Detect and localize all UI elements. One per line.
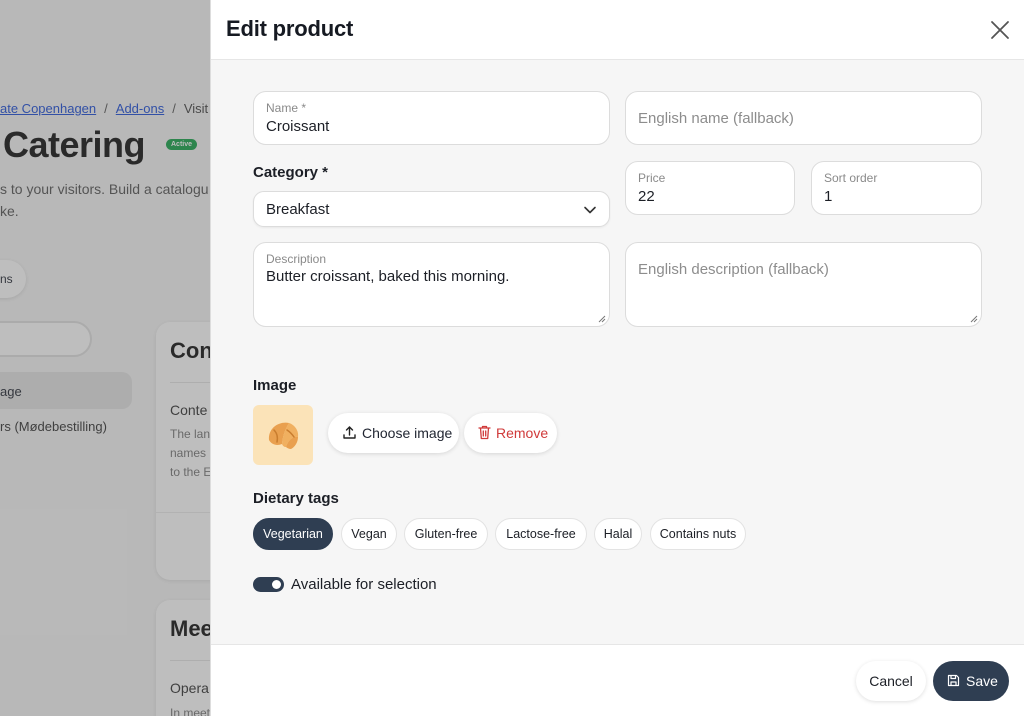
category-select[interactable]: Breakfast <box>253 191 610 227</box>
description-label: Description <box>266 252 327 266</box>
description-value: Butter croissant, baked this morning. <box>266 268 510 285</box>
chevron-down-icon <box>584 206 596 214</box>
drawer-title: Edit product <box>226 16 354 41</box>
choose-image-label: Choose image <box>362 425 453 441</box>
image-thumbnail <box>253 405 313 465</box>
sort-order-label: Sort order <box>824 171 878 185</box>
name-value: Croissant <box>266 118 330 135</box>
edit-product-drawer: Edit product Name * Croissant English na… <box>210 0 1024 716</box>
available-label: Available for selection <box>291 576 437 593</box>
sort-order-value: 1 <box>824 188 833 205</box>
choose-image-button[interactable]: Choose image <box>328 413 459 453</box>
toggle-knob <box>272 580 281 589</box>
description-field[interactable]: Description Butter croissant, baked this… <box>253 242 610 327</box>
remove-image-button[interactable]: Remove <box>464 413 557 453</box>
resize-handle-icon <box>598 315 606 323</box>
save-label: Save <box>966 673 998 689</box>
name-label: Name * <box>266 101 307 115</box>
available-toggle[interactable] <box>253 577 284 592</box>
english-name-placeholder: English name (fallback) <box>638 110 794 127</box>
drawer-footer: Cancel Save <box>211 644 1024 716</box>
trash-icon <box>478 425 491 440</box>
english-description-placeholder: English description (fallback) <box>638 261 829 278</box>
price-field[interactable]: Price 22 <box>625 161 795 215</box>
name-field[interactable]: Name * Croissant <box>253 91 610 145</box>
tag-contains-nuts[interactable]: Contains nuts <box>650 518 746 550</box>
close-button[interactable] <box>988 18 1012 42</box>
dietary-tags-label: Dietary tags <box>253 490 339 507</box>
croissant-icon <box>268 422 299 449</box>
close-icon <box>991 21 1009 39</box>
tag-gluten-free[interactable]: Gluten-free <box>404 518 488 550</box>
save-icon <box>947 674 960 687</box>
save-button[interactable]: Save <box>933 661 1009 701</box>
image-label: Image <box>253 377 297 394</box>
tag-vegan[interactable]: Vegan <box>341 518 397 550</box>
tag-lactose-free[interactable]: Lactose-free <box>495 518 587 550</box>
upload-icon <box>343 426 356 439</box>
category-label: Category * <box>253 164 329 181</box>
drawer-header: Edit product <box>211 0 1024 60</box>
resize-handle-icon <box>970 315 978 323</box>
english-description-field[interactable]: English description (fallback) <box>625 242 982 327</box>
tag-halal[interactable]: Halal <box>594 518 642 550</box>
remove-image-label: Remove <box>496 425 549 441</box>
sort-order-field[interactable]: Sort order 1 <box>811 161 982 215</box>
price-label: Price <box>638 171 666 185</box>
english-name-field[interactable]: English name (fallback) <box>625 91 982 145</box>
tag-vegetarian[interactable]: Vegetarian <box>253 518 333 550</box>
cancel-button[interactable]: Cancel <box>856 661 926 701</box>
category-value: Breakfast <box>266 201 330 218</box>
price-value: 22 <box>638 188 655 205</box>
